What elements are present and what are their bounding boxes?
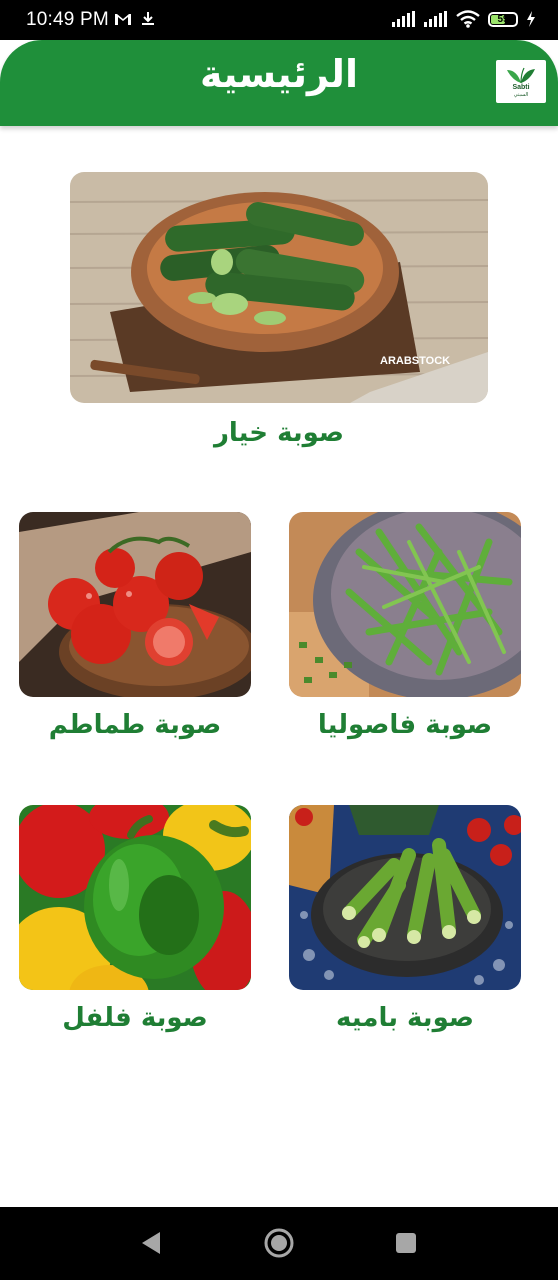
battery-icon: 59 [488, 11, 518, 27]
peppers-image [19, 805, 251, 990]
back-button[interactable] [135, 1227, 167, 1259]
cucumbers-image: ARABSTOCK [70, 172, 488, 403]
tomatoes-image [19, 512, 251, 697]
item-label[interactable]: صوبة خيار [70, 418, 488, 448]
item-label[interactable]: صوبة باميه [289, 1003, 521, 1033]
status-time: 10:49 PM [26, 9, 109, 30]
logo-subtext: السبتي [513, 91, 529, 98]
home-icon [264, 1228, 294, 1258]
battery-level: 59 [497, 13, 509, 25]
logo-text: Sabti [512, 83, 530, 91]
item-card-tomato[interactable]: صوبة طماطم [19, 512, 251, 752]
gmail-icon [115, 14, 131, 25]
back-icon [142, 1232, 160, 1254]
image-watermark: ARABSTOCK [380, 355, 450, 367]
status-notification-icons [114, 11, 156, 27]
status-system-icons: 59 [392, 10, 536, 28]
okra-image [289, 805, 521, 990]
item-label[interactable]: صوبة فلفل [19, 1003, 251, 1033]
status-bar: 10:49 PM 59 [0, 0, 558, 40]
recents-icon [396, 1233, 416, 1253]
charging-icon [527, 11, 535, 27]
home-button[interactable] [263, 1227, 295, 1259]
item-card-cucumber[interactable]: ARABSTOCK صوبة خيار [70, 172, 488, 462]
page-title: الرئيسية [200, 52, 358, 96]
download-icon [142, 12, 154, 25]
signal-icon-2 [424, 11, 447, 27]
app-logo: Sabti السبتي [496, 60, 546, 103]
item-card-okra[interactable]: صوبة باميه [289, 805, 521, 1045]
screen: 10:49 PM 59 الرئيسية Sabti السبتي ARABST… [0, 0, 558, 1280]
signal-icon [392, 11, 415, 27]
app-bar: الرئيسية Sabti السبتي [0, 40, 558, 126]
item-label[interactable]: صوبة طماطم [19, 710, 251, 740]
item-card-beans[interactable]: صوبة فاصوليا [289, 512, 521, 752]
recents-button[interactable] [390, 1227, 422, 1259]
green-beans-image [289, 512, 521, 697]
navigation-bar [0, 1207, 558, 1280]
leaf-icon [507, 67, 535, 83]
item-label[interactable]: صوبة فاصوليا [289, 710, 521, 740]
wifi-icon [456, 10, 480, 28]
item-card-pepper[interactable]: صوبة فلفل [19, 805, 251, 1045]
